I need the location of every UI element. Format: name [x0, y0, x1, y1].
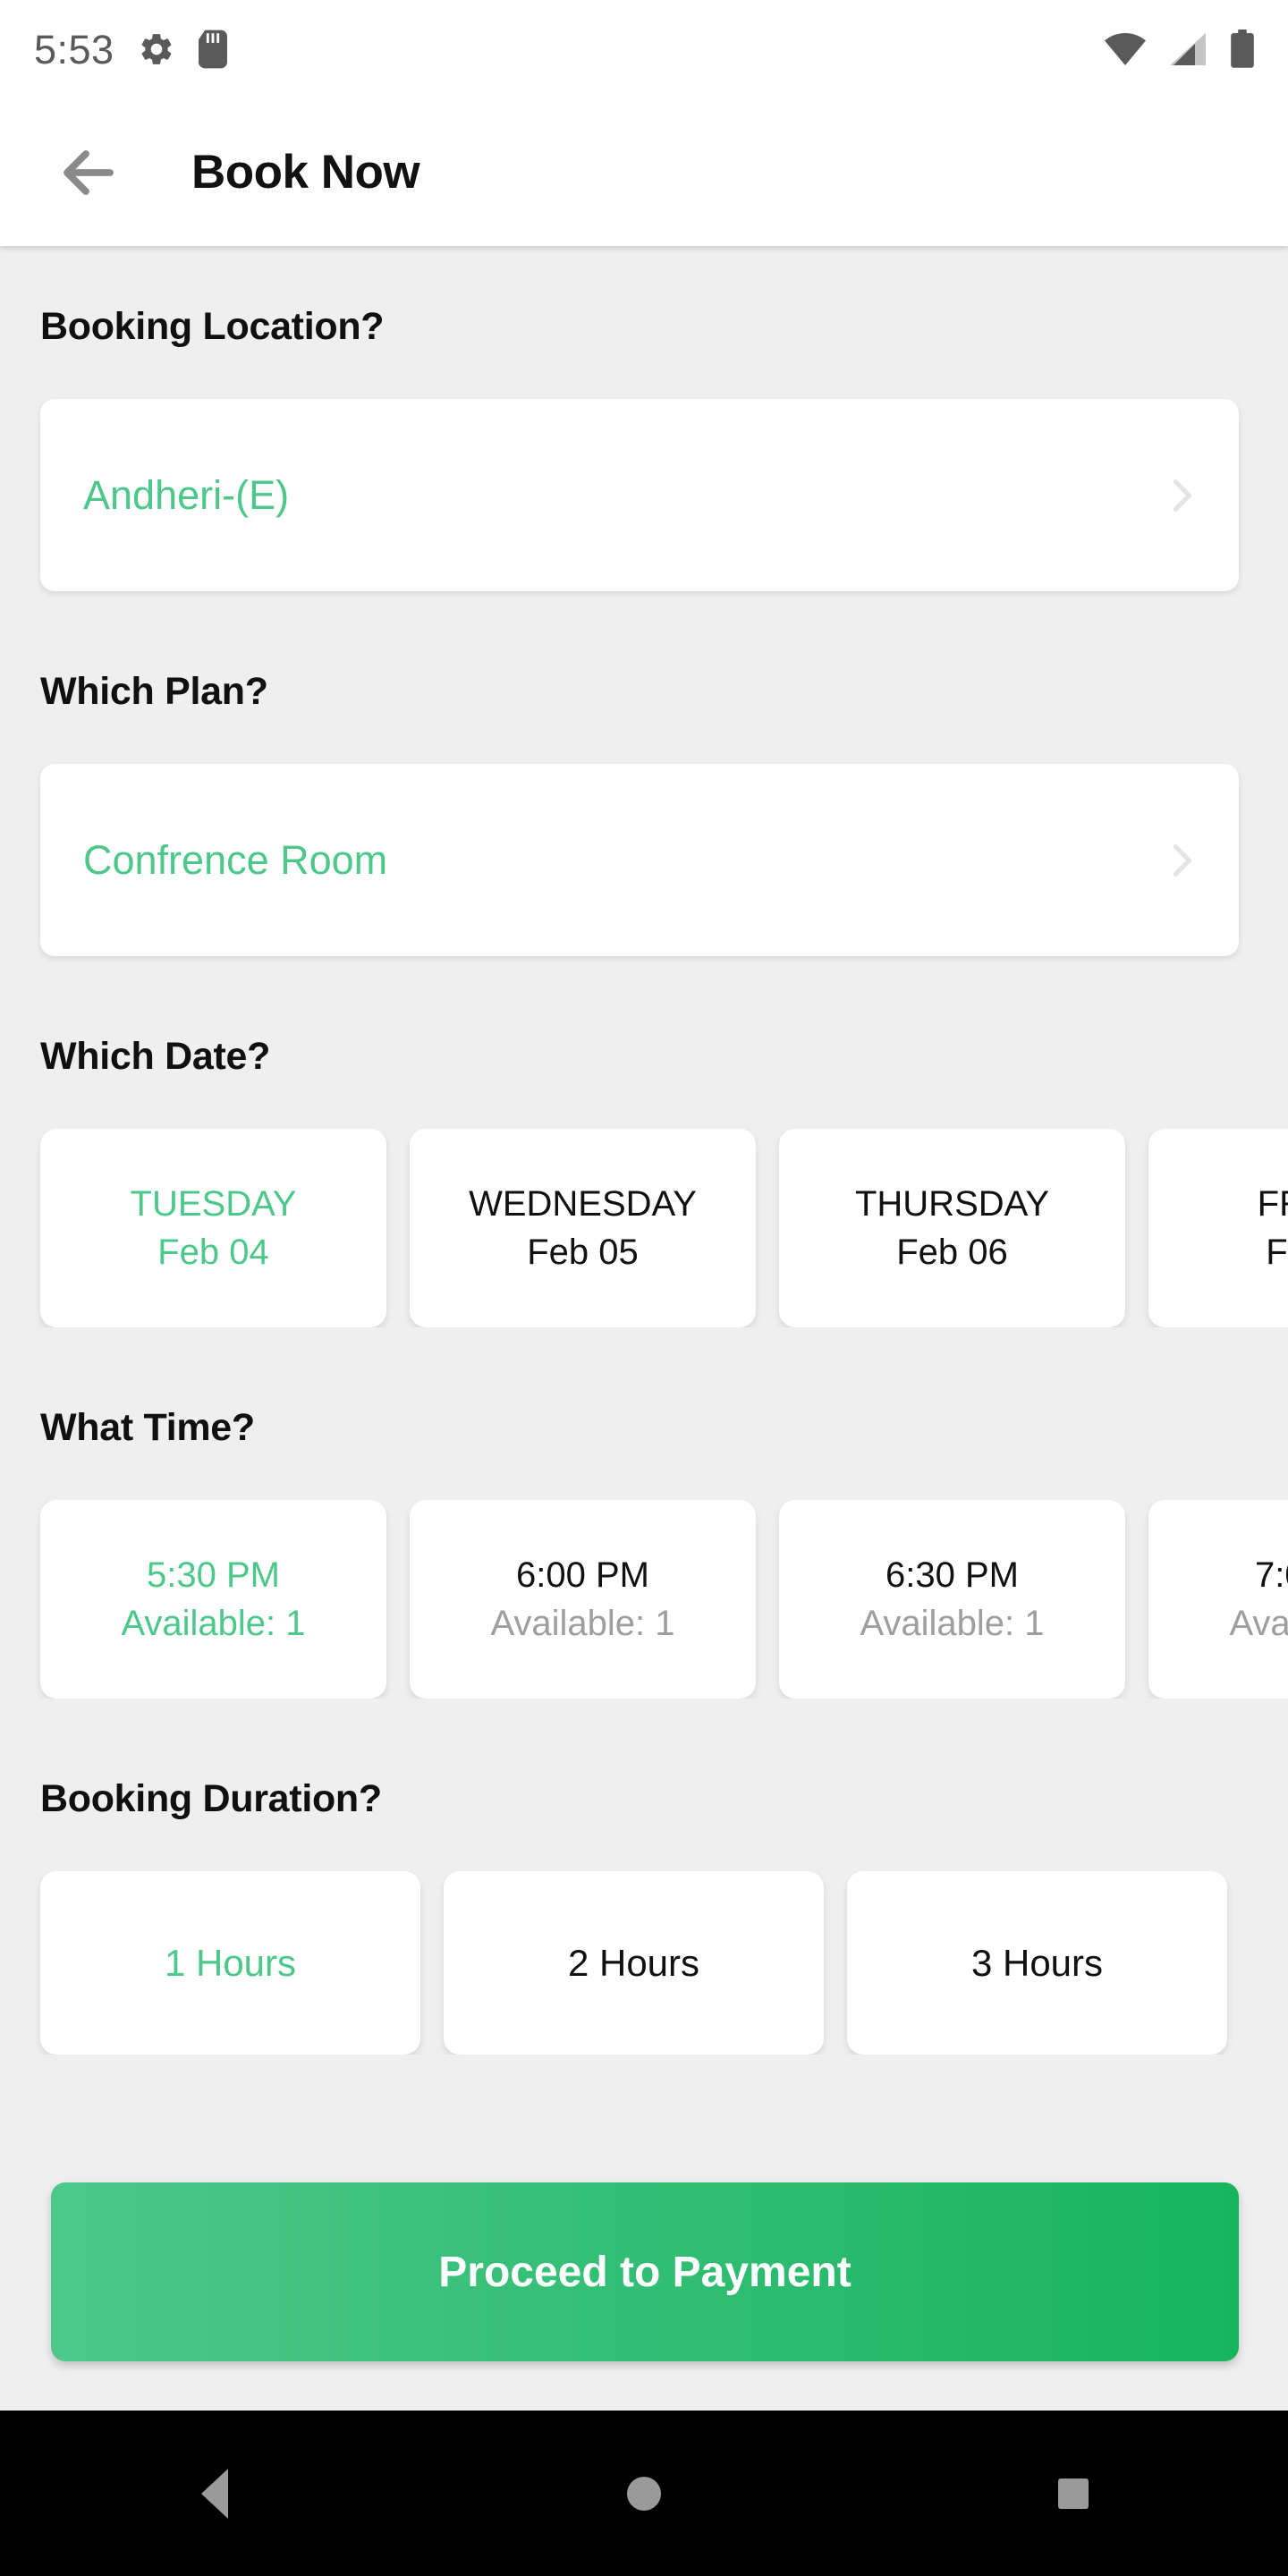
chevron-right-icon	[1160, 840, 1201, 881]
date-option-date: Feb 05	[527, 1233, 639, 1272]
android-navigation-bar	[0, 2411, 1288, 2576]
time-option-time: 7:00 PM	[1255, 1555, 1288, 1595]
app-bar: Book Now	[0, 98, 1288, 246]
date-option-date: Feb 07	[1266, 1233, 1288, 1272]
booking-location-label: Booking Location?	[40, 305, 385, 348]
which-plan-select[interactable]: Confrence Room	[40, 764, 1239, 956]
date-option-date: Feb 04	[157, 1233, 269, 1272]
time-option-availability: Available: 1	[490, 1604, 675, 1643]
date-option[interactable]: WEDNESDAY Feb 05	[410, 1129, 756, 1327]
square-recents-icon	[1058, 2478, 1089, 2509]
duration-option-label: 3 Hours	[970, 1941, 1104, 1984]
proceed-to-payment-button[interactable]: Proceed to Payment	[51, 2182, 1239, 2361]
status-bar-right	[1104, 30, 1256, 69]
time-option-strip[interactable]: 5:30 PM Available: 1 6:00 PM Available: …	[0, 1500, 1288, 1699]
date-option[interactable]: TUESDAY Feb 04	[40, 1129, 386, 1327]
date-option-day: WEDNESDAY	[469, 1184, 697, 1224]
battery-icon	[1229, 30, 1256, 69]
time-option-time: 5:30 PM	[147, 1555, 280, 1595]
date-option-strip[interactable]: TUESDAY Feb 04 WEDNESDAY Feb 05 THURSDAY…	[0, 1129, 1288, 1327]
time-option[interactable]: 6:00 PM Available: 1	[410, 1500, 756, 1699]
time-option[interactable]: 7:00 PM Available: 1	[1148, 1500, 1288, 1699]
time-option-availability: Available: 1	[1229, 1604, 1288, 1643]
booking-duration-label: Booking Duration?	[40, 1777, 382, 1820]
wifi-icon	[1104, 31, 1147, 67]
status-bar: 5:53	[0, 0, 1288, 98]
nav-recents-button[interactable]	[1024, 2445, 1123, 2543]
nav-home-button[interactable]	[595, 2445, 693, 2543]
which-plan-value: Confrence Room	[83, 836, 388, 883]
date-option-day: THURSDAY	[854, 1184, 1050, 1224]
booking-location-value: Andheri-(E)	[83, 471, 290, 518]
back-button[interactable]	[55, 140, 122, 206]
duration-option-label: 1 Hours	[164, 1941, 297, 1984]
which-plan-label: Which Plan?	[40, 670, 268, 713]
time-option[interactable]: 6:30 PM Available: 1	[779, 1500, 1125, 1699]
duration-option-strip[interactable]: 1 Hours 2 Hours 3 Hours	[0, 1871, 1288, 2055]
which-date-label: Which Date?	[40, 1035, 271, 1078]
proceed-to-payment-label: Proceed to Payment	[438, 2248, 852, 2296]
time-option-availability: Available: 1	[860, 1604, 1045, 1643]
date-option-date: Feb 06	[896, 1233, 1008, 1272]
sd-card-icon	[198, 30, 227, 69]
time-option-availability: Available: 1	[121, 1604, 306, 1643]
what-time-label: What Time?	[40, 1406, 255, 1449]
triangle-back-icon	[201, 2468, 228, 2519]
chevron-right-icon	[1160, 475, 1201, 516]
time-option[interactable]: 5:30 PM Available: 1	[40, 1500, 386, 1699]
cellular-signal-icon	[1168, 31, 1208, 67]
status-bar-clock: 5:53	[34, 26, 114, 72]
gear-icon	[138, 30, 175, 68]
date-option-day: TUESDAY	[130, 1184, 297, 1224]
duration-option[interactable]: 1 Hours	[40, 1871, 420, 2055]
circle-home-icon	[627, 2476, 661, 2511]
arrow-left-icon	[56, 140, 121, 205]
nav-back-button[interactable]	[165, 2445, 264, 2543]
date-option-day: FRIDAY	[1257, 1184, 1288, 1224]
time-option-time: 6:30 PM	[886, 1555, 1019, 1595]
time-option-time: 6:00 PM	[516, 1555, 649, 1595]
duration-option[interactable]: 2 Hours	[444, 1871, 824, 2055]
date-option[interactable]: THURSDAY Feb 06	[779, 1129, 1125, 1327]
duration-option-label: 2 Hours	[567, 1941, 700, 1984]
duration-option[interactable]: 3 Hours	[847, 1871, 1227, 2055]
page-title: Book Now	[191, 146, 420, 199]
booking-location-select[interactable]: Andheri-(E)	[40, 399, 1239, 591]
status-bar-left: 5:53	[34, 30, 227, 70]
date-option[interactable]: FRIDAY Feb 07	[1148, 1129, 1288, 1327]
